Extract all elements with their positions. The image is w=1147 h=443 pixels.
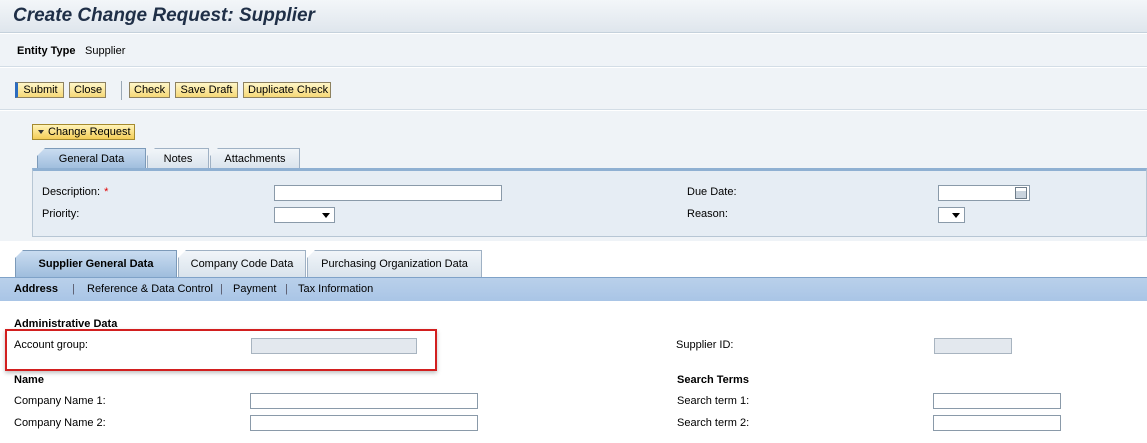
subnav-payment[interactable]: Payment [233,283,276,295]
entity-type-value: Supplier [85,45,126,57]
change-request-toggle[interactable]: Change Request [32,124,135,140]
close-button[interactable]: Close [69,82,106,98]
due-date-input[interactable] [938,185,1030,201]
main-tabs: Supplier General Data Company Code Data … [0,241,1147,277]
description-label-text: Description: [42,186,101,198]
company-name-2-input[interactable] [250,415,478,431]
toolbar: Submit Close Check Save Draft Duplicate … [0,68,1147,110]
subnav-tax-information[interactable]: Tax Information [298,283,373,295]
tab-notes[interactable]: Notes [147,148,209,169]
general-data-panel: Description: * Priority: Due Date: Reason… [32,168,1147,237]
title-bar: Create Change Request: Supplier [0,0,1147,33]
change-request-area: Change Request General Data Notes Attach… [0,111,1147,241]
subnav-separator: | [285,283,288,295]
change-request-toggle-label: Change Request [48,126,131,138]
submit-button[interactable]: Submit [15,82,64,98]
subnav-address[interactable]: Address [14,283,58,295]
subnav-separator: | [72,283,75,295]
name-section-title: Name [14,374,44,386]
tab-supplier-general-data[interactable]: Supplier General Data [15,250,177,277]
company-name-1-input[interactable] [250,393,478,409]
tab-company-code-data[interactable]: Company Code Data [178,250,306,277]
search-terms-title: Search Terms [677,374,749,386]
entity-type-label: Entity Type [17,45,76,57]
company-name-2-label: Company Name 2: [14,417,106,429]
due-date-label: Due Date: [687,186,737,198]
tab-purchasing-organization-data[interactable]: Purchasing Organization Data [307,250,482,277]
search-term-2-label: Search term 2: [677,417,750,429]
required-asterisk: * [104,186,109,198]
duplicate-check-button[interactable]: Duplicate Check [243,82,331,98]
priority-label: Priority: [42,208,80,220]
triangle-down-icon [38,129,44,134]
save-draft-button[interactable]: Save Draft [175,82,238,98]
page-title: Create Change Request: Supplier [13,5,315,26]
tab-general-data[interactable]: General Data [37,148,146,169]
reason-select[interactable] [938,207,965,223]
entity-type-bar: Entity Type Supplier [0,34,1147,67]
description-input[interactable] [274,185,502,201]
sub-navigation: Address | Reference & Data Control | Pay… [0,277,1147,301]
highlight-box [5,329,437,371]
search-term-1-input[interactable] [933,393,1061,409]
check-button[interactable]: Check [129,82,170,98]
company-name-1-label: Company Name 1: [14,395,106,407]
subnav-separator: | [220,283,223,295]
priority-select[interactable] [274,207,335,223]
reason-label: Reason: [687,208,728,220]
search-term-1-label: Search term 1: [677,395,750,407]
supplier-id-label: Supplier ID: [676,339,734,351]
toolbar-separator [121,81,122,100]
supplier-id-field [934,338,1012,354]
tab-attachments[interactable]: Attachments [210,148,300,169]
description-label: Description: * [42,186,108,198]
dropdown-arrow-icon [322,213,330,218]
search-term-2-input[interactable] [933,415,1061,431]
dropdown-arrow-icon [952,213,960,218]
subnav-reference-data-control[interactable]: Reference & Data Control [87,283,213,295]
calendar-icon[interactable] [1015,187,1027,199]
